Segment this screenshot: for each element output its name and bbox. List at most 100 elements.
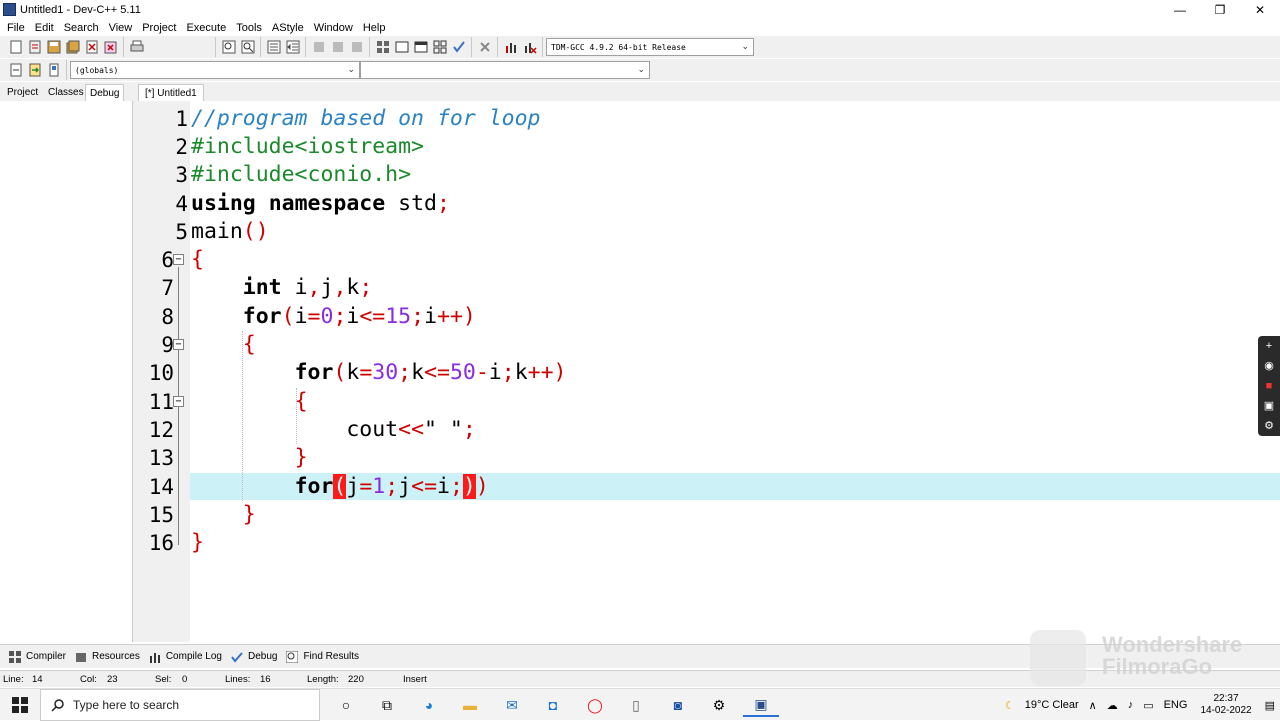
maximize-button[interactable]: ❐ bbox=[1200, 0, 1240, 19]
number: 50 bbox=[449, 360, 476, 385]
plus-icon[interactable]: + bbox=[1262, 340, 1276, 352]
unindent-icon[interactable] bbox=[284, 39, 301, 56]
code-line-5: main() bbox=[191, 219, 269, 244]
tab-compile-log[interactable]: Compile Log bbox=[144, 647, 226, 667]
line-number: 1 bbox=[175, 107, 188, 131]
syntax-check-icon[interactable] bbox=[450, 39, 467, 56]
status-length-value: 220 bbox=[348, 674, 364, 685]
profile-icon[interactable] bbox=[502, 39, 519, 56]
weather-text[interactable]: 19°C Clear bbox=[1025, 699, 1079, 711]
open-file-icon[interactable] bbox=[26, 39, 43, 56]
clock[interactable]: 22:37 14-02-2022 bbox=[1200, 693, 1251, 717]
edge-icon[interactable]: ◕ bbox=[411, 693, 447, 717]
run-icon[interactable] bbox=[393, 39, 410, 56]
notifications-icon[interactable]: ▤ bbox=[1265, 699, 1275, 712]
record-icon[interactable]: ■ bbox=[1262, 380, 1276, 392]
tab-project[interactable]: Project bbox=[3, 84, 42, 101]
tab-resources[interactable]: Resources bbox=[70, 647, 144, 667]
number: 0 bbox=[320, 304, 334, 329]
menu-execute[interactable]: Execute bbox=[181, 22, 231, 34]
taskbar-search-box[interactable]: Type here to search bbox=[40, 689, 320, 721]
scope-select-value: (globals) bbox=[75, 65, 119, 75]
volume-icon[interactable]: ♪ bbox=[1128, 699, 1134, 711]
file-explorer-icon[interactable]: ▬ bbox=[452, 693, 488, 717]
settings-gear-icon[interactable]: ⚙ bbox=[701, 693, 737, 717]
tab-find-results[interactable]: Find Results bbox=[281, 647, 363, 667]
image-icon[interactable]: ▣ bbox=[1262, 400, 1276, 412]
code-editor[interactable]: 1 2 3 4 5 6 7 8 9 10 11 12 13 14 15 16 −… bbox=[138, 101, 1280, 642]
menu-astyle[interactable]: AStyle bbox=[267, 22, 309, 34]
menu-window[interactable]: Window bbox=[309, 22, 358, 34]
menu-file[interactable]: File bbox=[2, 22, 30, 34]
indent-icon[interactable] bbox=[265, 39, 282, 56]
forward-icon[interactable] bbox=[329, 39, 346, 56]
rebuild-all-icon[interactable] bbox=[431, 39, 448, 56]
member-select[interactable]: ⌄ bbox=[360, 61, 650, 79]
zoom-app-icon[interactable]: ◙ bbox=[660, 693, 696, 717]
menu-view[interactable]: View bbox=[104, 22, 138, 34]
lang-indicator[interactable]: ENG bbox=[1164, 699, 1188, 711]
identifier: k bbox=[411, 360, 425, 385]
back-icon[interactable] bbox=[310, 39, 327, 56]
line-number: 10 bbox=[148, 361, 174, 385]
print-icon[interactable] bbox=[128, 39, 145, 56]
new-file-icon[interactable] bbox=[7, 39, 24, 56]
compile-icon[interactable] bbox=[374, 39, 391, 56]
close-button[interactable]: ✕ bbox=[1240, 0, 1280, 19]
store-icon[interactable]: ◘ bbox=[535, 693, 571, 717]
toggle-bookmark-icon[interactable] bbox=[45, 62, 62, 79]
status-col-value: 23 bbox=[107, 674, 118, 685]
search-placeholder: Type here to search bbox=[73, 698, 180, 712]
fold-collapse-icon[interactable]: − bbox=[173, 396, 184, 407]
fold-collapse-icon[interactable]: − bbox=[173, 254, 184, 265]
notepad-icon[interactable]: ▯ bbox=[618, 693, 654, 717]
menu-help[interactable]: Help bbox=[358, 22, 391, 34]
camera-icon[interactable]: ◉ bbox=[1262, 360, 1276, 372]
gear-icon[interactable]: ⚙ bbox=[1262, 420, 1276, 432]
goto-icon[interactable] bbox=[26, 62, 43, 79]
cortana-icon[interactable]: ○ bbox=[328, 693, 364, 717]
fold-collapse-icon[interactable]: − bbox=[173, 339, 184, 350]
keyword: using bbox=[191, 191, 256, 216]
windows-start-icon[interactable] bbox=[0, 689, 40, 721]
find-icon[interactable] bbox=[220, 39, 237, 56]
tab-debug[interactable]: Debug bbox=[85, 84, 125, 101]
task-view-icon[interactable]: ⧉ bbox=[369, 693, 405, 717]
identifier: i bbox=[294, 304, 308, 329]
save-icon[interactable] bbox=[45, 39, 62, 56]
minimize-button[interactable]: — bbox=[1160, 0, 1200, 19]
clock-time: 22:37 bbox=[1213, 693, 1239, 704]
stop-execution-icon[interactable] bbox=[476, 39, 493, 56]
tab-compiler[interactable]: Compiler bbox=[4, 647, 70, 667]
menu-project[interactable]: Project bbox=[137, 22, 181, 34]
tab-debug-bottom[interactable]: Debug bbox=[226, 647, 281, 667]
replace-icon[interactable] bbox=[239, 39, 256, 56]
menu-tools[interactable]: Tools bbox=[231, 22, 267, 34]
identifier: j bbox=[346, 474, 360, 499]
opera-icon[interactable]: ◯ bbox=[577, 693, 613, 717]
insert-icon[interactable] bbox=[7, 62, 24, 79]
onedrive-icon[interactable]: ☁ bbox=[1107, 699, 1118, 712]
string-literal: " " bbox=[424, 417, 463, 442]
filmora-logo-icon bbox=[1030, 630, 1086, 686]
code-line-15: } bbox=[242, 502, 256, 527]
preprocessor-directive: #include<iostream> bbox=[191, 134, 424, 159]
editor-tab-untitled1[interactable]: [*] Untitled1 bbox=[138, 84, 204, 101]
mail-icon[interactable]: ✉ bbox=[494, 693, 530, 717]
compiler-select[interactable]: TDM-GCC 4.9.2 64-bit Release ⌄ bbox=[546, 38, 754, 56]
menu-search[interactable]: Search bbox=[59, 22, 104, 34]
close-all-icon[interactable] bbox=[102, 39, 119, 56]
compiler-select-value: TDM-GCC 4.9.2 64-bit Release bbox=[551, 42, 686, 52]
delete-profile-icon[interactable] bbox=[521, 39, 538, 56]
chevron-up-icon[interactable]: ∧ bbox=[1089, 699, 1097, 712]
tab-classes[interactable]: Classes bbox=[44, 84, 88, 101]
save-all-icon[interactable] bbox=[64, 39, 81, 56]
compile-run-icon[interactable] bbox=[412, 39, 429, 56]
scope-select[interactable]: (globals) ⌄ bbox=[70, 61, 360, 79]
menu-edit[interactable]: Edit bbox=[30, 22, 59, 34]
bookmark-icon[interactable] bbox=[348, 39, 365, 56]
devcpp-taskbar-icon[interactable]: ▣ bbox=[743, 693, 779, 717]
close-file-icon[interactable] bbox=[83, 39, 100, 56]
keyword: namespace bbox=[268, 191, 386, 216]
battery-icon[interactable]: ▭ bbox=[1143, 699, 1153, 712]
